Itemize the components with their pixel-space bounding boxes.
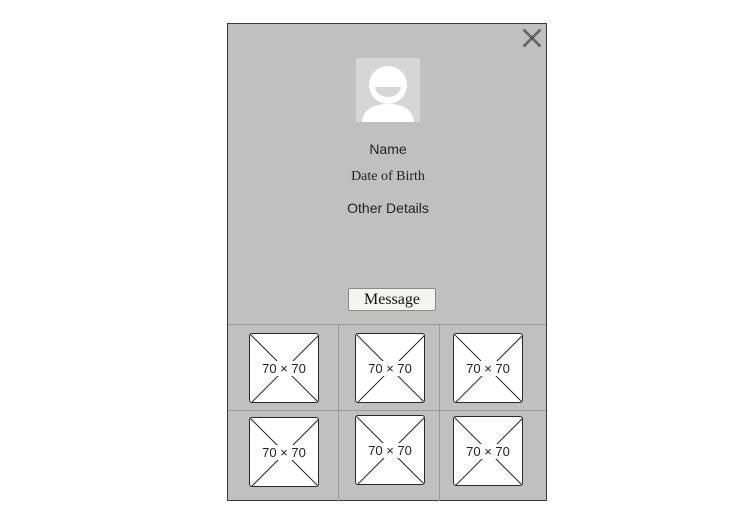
- close-icon: [522, 28, 542, 48]
- thumbnail-image[interactable]: 70 × 70: [249, 333, 319, 403]
- grid-divider: [228, 410, 546, 411]
- thumbnail-image[interactable]: 70 × 70: [355, 333, 425, 403]
- thumbnail-label: 70 × 70: [465, 444, 511, 459]
- thumbnail-label: 70 × 70: [367, 443, 413, 458]
- thumbnail-label: 70 × 70: [465, 361, 511, 376]
- close-button[interactable]: [521, 27, 543, 49]
- thumbnail-image[interactable]: 70 × 70: [453, 333, 523, 403]
- thumbnail-image[interactable]: 70 × 70: [249, 417, 319, 487]
- thumbnail-label: 70 × 70: [367, 361, 413, 376]
- thumbnail-image[interactable]: 70 × 70: [355, 415, 425, 485]
- thumbnail-label: 70 × 70: [261, 445, 307, 460]
- stage: Name Date of Birth Other Details Message…: [0, 0, 733, 516]
- grid-divider: [338, 325, 339, 501]
- profile-other-details: Other Details: [347, 200, 429, 216]
- message-button[interactable]: Message: [348, 288, 436, 311]
- profile-date-of-birth: Date of Birth: [351, 169, 425, 184]
- profile-card: Name Date of Birth Other Details Message…: [227, 23, 547, 501]
- profile-name: Name: [369, 141, 407, 157]
- thumbnail-image[interactable]: 70 × 70: [453, 416, 523, 486]
- user-avatar-icon: [362, 66, 414, 122]
- avatar: [356, 58, 420, 122]
- thumbnail-label: 70 × 70: [261, 361, 307, 376]
- thumbnail-grid: 70 × 70 70 × 70 70 × 70 70 × 70 70 × 70 …: [228, 324, 546, 501]
- grid-divider: [439, 325, 440, 501]
